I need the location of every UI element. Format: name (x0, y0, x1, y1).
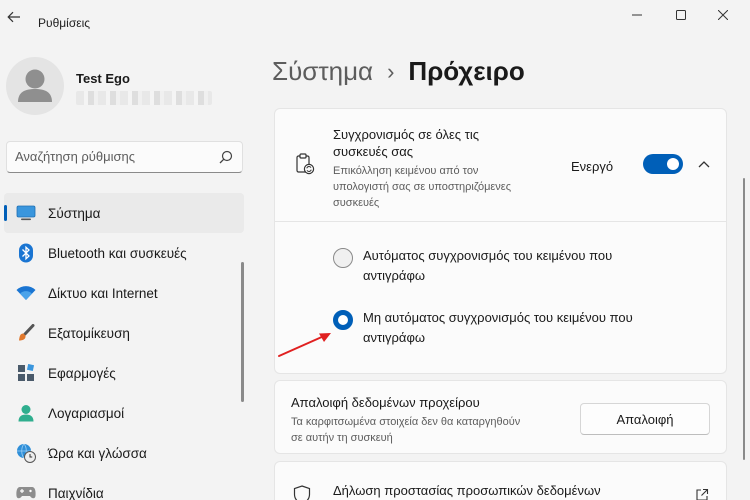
sidebar-item-label: Εφαρμογές (48, 365, 116, 381)
sidebar-item-accounts[interactable]: Λογαριασμοί (4, 393, 244, 433)
shield-icon (293, 485, 311, 500)
minimize-icon (632, 14, 642, 16)
back-button[interactable] (0, 6, 28, 28)
sync-toggle[interactable] (643, 154, 683, 174)
close-button[interactable] (708, 4, 738, 26)
content-scrollbar[interactable] (743, 178, 745, 460)
collapse-button[interactable] (693, 155, 715, 173)
sidebar-item-bluetooth[interactable]: Bluetooth και συσκευές (4, 233, 244, 273)
system-icon (16, 203, 36, 223)
sidebar-scrollbar[interactable] (241, 262, 244, 402)
sync-options-panel: Αυτόματος συγχρονισμός του κειμένου που … (274, 222, 727, 374)
privacy-statement-card[interactable]: Δήλωση προστασίας προσωπικών δεδομένων (274, 461, 727, 500)
clear-button[interactable]: Απαλοιφή (580, 403, 710, 435)
sidebar-item-gaming[interactable]: Παιχνίδια (4, 473, 244, 500)
user-silhouette-icon (18, 69, 52, 102)
sidebar-item-label: Λογαριασμοί (48, 405, 125, 421)
avatar[interactable] (6, 57, 64, 115)
close-icon (718, 10, 728, 20)
sync-setting-card[interactable]: Συγχρονισμός σε όλες τις συσκευές σας Επ… (274, 108, 727, 222)
user-email-redacted (76, 91, 212, 105)
annotation-arrow-icon (278, 333, 331, 357)
sidebar-item-personalization[interactable]: Εξατομίκευση (4, 313, 244, 353)
radio-label: Αυτόματος συγχρονισμός του κειμένου που … (363, 248, 613, 283)
page-title: Πρόχειρο (408, 56, 525, 86)
sidebar-nav: Σύστημα Bluetooth και συσκευές Δίκτυο κα… (4, 193, 244, 500)
sidebar-item-network[interactable]: Δίκτυο και Internet (4, 273, 244, 313)
wifi-icon (16, 283, 36, 303)
search-icon[interactable] (219, 150, 233, 164)
search-input[interactable]: Αναζήτηση ρύθμισης (15, 149, 135, 164)
globe-clock-icon (16, 443, 36, 463)
sidebar-item-label: Ώρα και γλώσσα (48, 445, 147, 461)
sidebar-item-label: Σύστημα (48, 205, 101, 221)
account-icon (16, 403, 36, 423)
radio-label: Μη αυτόματος συγχρονισμός του κειμένου π… (363, 310, 633, 345)
back-arrow-icon (7, 11, 20, 23)
bluetooth-icon (16, 243, 36, 263)
chevron-up-icon (698, 161, 710, 168)
sidebar-item-label: Bluetooth και συσκευές (48, 245, 187, 261)
clear-description: Τα καρφιτσωμένα στοιχεία δεν θα καταργηθ… (291, 416, 521, 444)
clear-clipboard-card: Απαλοιφή δεδομένων προχείρου Τα καρφιτσω… (274, 380, 727, 454)
privacy-title: Δήλωση προστασίας προσωπικών δεδομένων (333, 483, 601, 498)
maximize-button[interactable] (666, 4, 696, 26)
sync-description: Επικόλληση κειμένου από τον υπολογιστή σ… (333, 165, 512, 209)
sidebar-item-label: Εξατομίκευση (48, 325, 130, 341)
maximize-icon (676, 10, 686, 20)
toggle-state-label: Ενεργό (571, 159, 614, 174)
clipboard-sync-icon (296, 153, 315, 175)
sidebar-item-label: Δίκτυο και Internet (48, 285, 158, 301)
title-bar: Ρυθμίσεις (0, 0, 750, 32)
breadcrumb-parent[interactable]: Σύστημα (272, 56, 373, 87)
radio-button[interactable] (333, 248, 353, 268)
brush-icon (16, 323, 36, 343)
minimize-button[interactable] (622, 4, 652, 26)
radio-option-automatic[interactable]: Αυτόματος συγχρονισμός του κειμένου που … (333, 246, 663, 286)
app-title: Ρυθμίσεις (38, 16, 91, 30)
sidebar-item-label: Παιχνίδια (48, 485, 104, 500)
breadcrumb: Σύστημα › Πρόχειρο (272, 56, 525, 87)
gamepad-icon (16, 483, 36, 500)
external-link-icon[interactable] (695, 488, 709, 500)
search-box[interactable]: Αναζήτηση ρύθμισης (6, 141, 243, 173)
apps-icon (16, 363, 36, 383)
radio-option-manual[interactable]: Μη αυτόματος συγχρονισμός του κειμένου π… (333, 308, 663, 348)
radio-button-selected[interactable] (333, 310, 353, 330)
sync-title: Συγχρονισμός σε όλες τις συσκευές σας (333, 127, 479, 159)
sidebar-item-time-language[interactable]: Ώρα και γλώσσα (4, 433, 244, 473)
sidebar-item-apps[interactable]: Εφαρμογές (4, 353, 244, 393)
sidebar-item-system[interactable]: Σύστημα (4, 193, 244, 233)
clear-title: Απαλοιφή δεδομένων προχείρου (291, 395, 480, 410)
user-name: Test Ego (76, 71, 130, 86)
breadcrumb-separator: › (387, 58, 395, 84)
